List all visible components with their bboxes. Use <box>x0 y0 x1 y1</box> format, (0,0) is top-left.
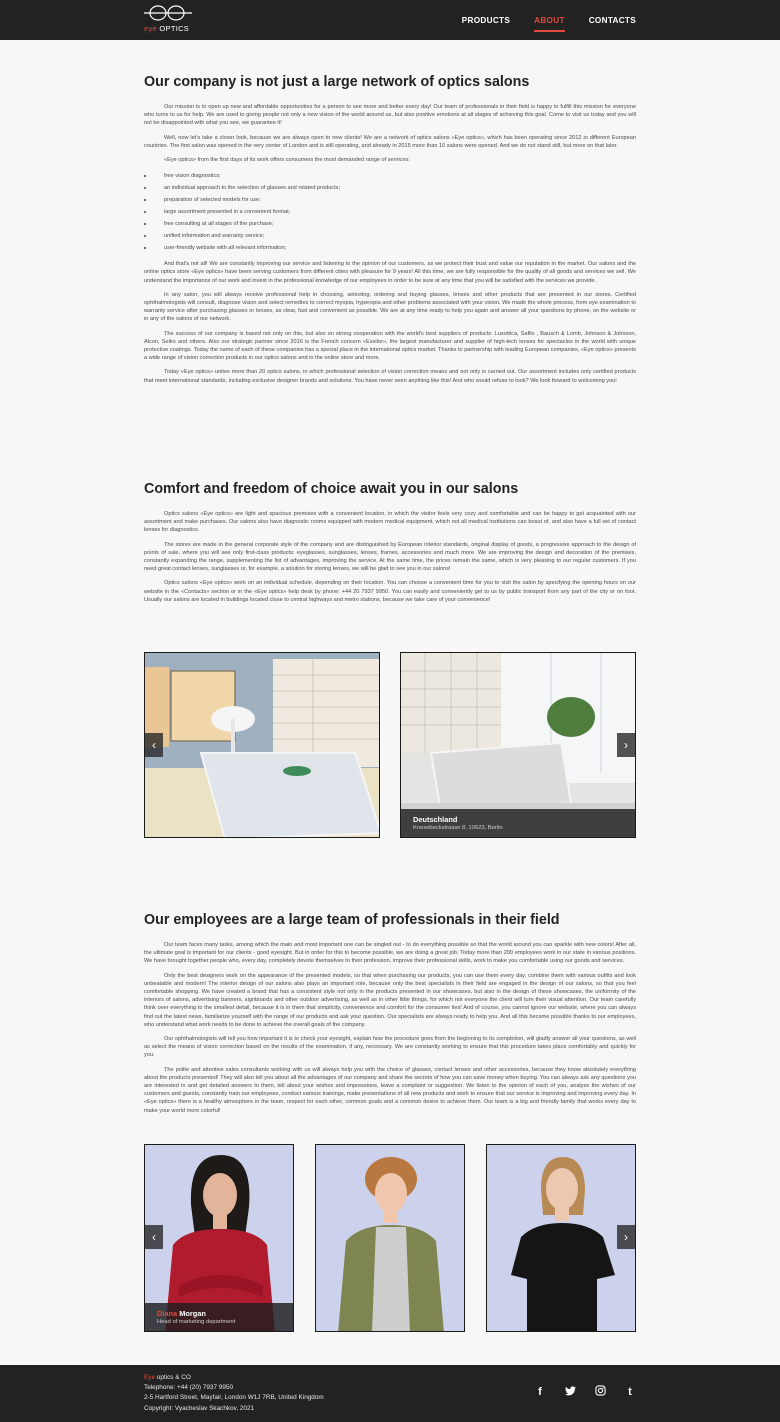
section-title-employees: Our employees are a large team of profes… <box>144 912 560 928</box>
list-item: an individual approach to the selection … <box>144 182 636 194</box>
footer-brand: Eye optics & CO <box>144 1374 191 1381</box>
salon-photo: ‹ <box>144 652 380 838</box>
chevron-right-icon: › <box>624 1230 628 1244</box>
employees-next-button[interactable]: › <box>617 1225 635 1249</box>
section-title-company: Our company is not just a large network … <box>144 74 530 90</box>
section-company: Our mission is to open up new and afford… <box>144 103 636 391</box>
salon-gallery: ‹ › Deutschland Knesebeckstrasse 8, 1062… <box>144 652 636 838</box>
paragraph: Well, now let's take a closer look, beca… <box>144 134 636 149</box>
paragraph: The polite and attentive sales consultan… <box>144 1066 636 1114</box>
employee-card: ‹ Diana Morgan Head of marketing departm… <box>144 1144 294 1332</box>
section-title-salons: Comfort and freedom of choice await you … <box>144 481 519 497</box>
social-links: f t <box>534 1385 636 1399</box>
employee-photo <box>316 1145 464 1331</box>
footer-address: 2-5 Hartford Street, Mayfair, London W1J… <box>144 1394 324 1402</box>
nav-products[interactable]: PRODUCTS <box>462 12 510 29</box>
list-item: preparation of selected models for use; <box>144 194 636 206</box>
employees-prev-button[interactable]: ‹ <box>145 1225 163 1249</box>
services-list: free vision diagnostics; an individual a… <box>144 170 636 254</box>
nav-contacts[interactable]: CONTACTS <box>589 12 636 29</box>
logo-text: eye OPTICS <box>144 24 190 33</box>
glasses-icon <box>144 5 192 21</box>
paragraph: Our ophthalmologists will tell you how i… <box>144 1036 636 1059</box>
gallery-next-button[interactable]: › <box>617 733 635 757</box>
paragraph: Our team faces many tasks, among which t… <box>144 942 636 965</box>
paragraph: «Eye optics» from the first days of its … <box>164 157 410 164</box>
twitter-icon[interactable] <box>564 1385 576 1399</box>
chevron-left-icon: ‹ <box>152 1230 156 1244</box>
employee-position: Head of marketing department <box>157 1319 236 1325</box>
paragraph: The stores are made in the general corpo… <box>144 541 636 573</box>
employee-card: › <box>486 1144 636 1332</box>
nav-about[interactable]: ABOUT <box>534 12 565 32</box>
paragraph: Optics salons «Eye optics» work on an in… <box>144 580 636 603</box>
list-item: large assortment presented in a convenie… <box>144 206 636 218</box>
paragraph: Optics salons «Eye optics» are light and… <box>144 511 636 534</box>
facebook-icon[interactable]: f <box>534 1386 546 1398</box>
paragraph: And that's not all! We are constantly im… <box>144 261 636 284</box>
employee-caption: Diana Morgan Head of marketing departmen… <box>145 1303 293 1331</box>
footer-info: Eye optics & CO Telephone: +44 (20) 7937… <box>144 1373 324 1414</box>
paragraph: Only the best designers work on the appe… <box>144 972 636 1028</box>
site-header: eye OPTICS PRODUCTS ABOUT CONTACTS <box>0 0 780 40</box>
salon-interior-image <box>145 653 379 837</box>
employees-gallery: ‹ Diana Morgan Head of marketing departm… <box>144 1144 636 1332</box>
site-footer: Eye optics & CO Telephone: +44 (20) 7937… <box>0 1365 780 1422</box>
main-nav: PRODUCTS ABOUT CONTACTS <box>462 0 636 40</box>
employee-name: Diana Morgan <box>157 1309 206 1318</box>
footer-telephone[interactable]: Telephone: +44 (20) 7937 9950 <box>144 1383 324 1393</box>
salon-photo: › Deutschland Knesebeckstrasse 8, 10623,… <box>400 652 636 838</box>
list-item: unified information and warranty service… <box>144 230 636 242</box>
chevron-left-icon: ‹ <box>152 738 156 752</box>
instagram-icon[interactable] <box>594 1385 606 1399</box>
salon-address: Knesebeckstrasse 8, 10623, Berlin <box>413 825 503 831</box>
list-item: user-friendly website with all relevant … <box>144 242 636 254</box>
list-item: free consulting at all stages of the pur… <box>144 218 636 230</box>
list-item: free vision diagnostics; <box>144 170 636 182</box>
eye-optics-logo[interactable]: eye OPTICS <box>144 4 194 36</box>
employee-card <box>315 1144 465 1332</box>
chevron-right-icon: › <box>624 738 628 752</box>
paragraph: In any salon, you will always receive pr… <box>144 291 636 323</box>
footer-copyright: Copyright: Vyacheslav Skachkov, 2021 <box>144 1404 255 1412</box>
paragraph: The success of our company is based not … <box>144 330 636 362</box>
section-employees: Our team faces many tasks, among which t… <box>144 941 636 1121</box>
tumblr-icon[interactable]: t <box>624 1386 636 1398</box>
paragraph: Our mission is to open up new and afford… <box>144 104 636 127</box>
employee-photo <box>487 1145 635 1331</box>
salon-caption: Deutschland Knesebeckstrasse 8, 10623, B… <box>401 809 635 837</box>
salon-country: Deutschland <box>413 815 458 824</box>
section-salons: Optics salons «Eye optics» are light and… <box>144 510 636 610</box>
paragraph: Today «Eye optics» unites more than 20 o… <box>144 369 636 384</box>
gallery-prev-button[interactable]: ‹ <box>145 733 163 757</box>
